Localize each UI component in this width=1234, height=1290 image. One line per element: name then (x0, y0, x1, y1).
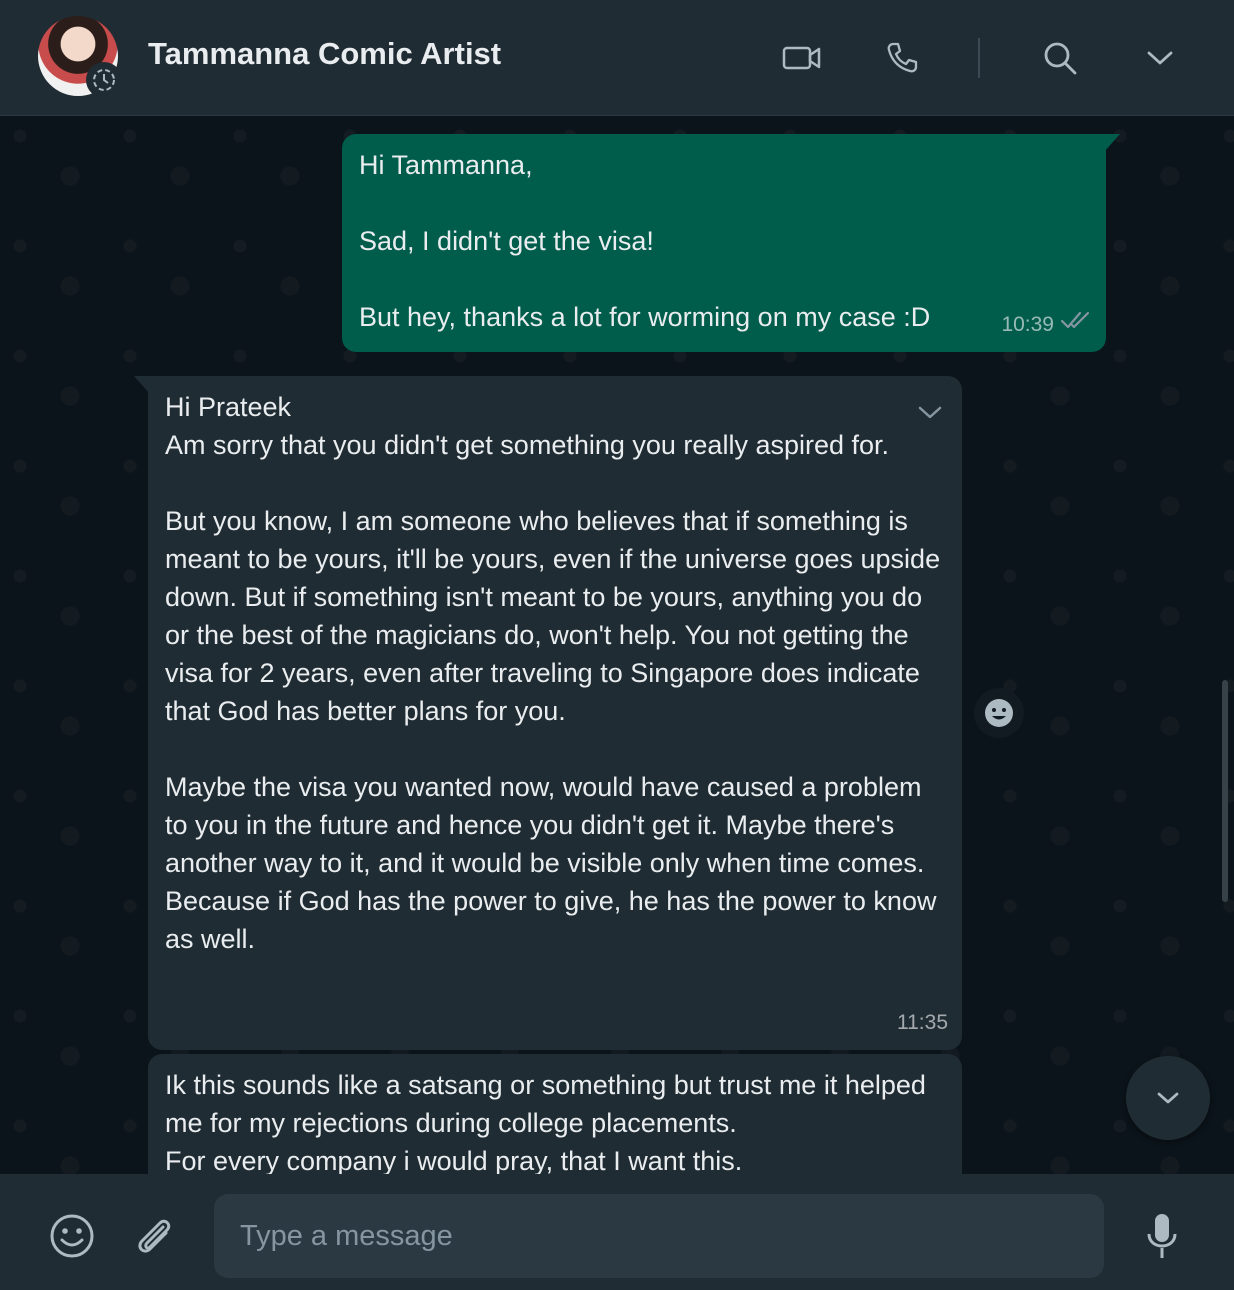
outgoing-message[interactable]: Hi Tammanna, Sad, I didn't get the visa!… (342, 134, 1106, 352)
message-list[interactable]: Hi Tammanna, Sad, I didn't get the visa!… (0, 116, 1234, 1174)
header-divider (978, 38, 980, 78)
microphone-icon[interactable] (1138, 1212, 1186, 1260)
composer-bar (0, 1174, 1234, 1290)
video-call-icon[interactable] (778, 34, 826, 82)
message-menu-chevron-icon[interactable] (916, 398, 944, 426)
bubble-tail (1104, 134, 1120, 152)
attach-paperclip-icon[interactable] (130, 1212, 178, 1260)
message-meta: 11:35 (897, 1004, 948, 1042)
chat-header: Tammanna Comic Artist (0, 0, 1234, 116)
emoji-icon[interactable] (48, 1212, 96, 1260)
contact-name[interactable]: Tammanna Comic Artist (148, 36, 501, 72)
message-text: Hi Prateek Am sorry that you didn't get … (165, 392, 941, 954)
search-icon[interactable] (1036, 34, 1084, 82)
message-text: Ik this sounds like a satsang or somethi… (165, 1070, 926, 1174)
message-input-box[interactable] (214, 1194, 1104, 1278)
message-text: Hi Tammanna, Sad, I didn't get the visa!… (359, 150, 931, 332)
message-time: 11:35 (897, 1011, 948, 1034)
chat-window: Tammanna Comic Artist Hi Tammanna, Sad, … (0, 0, 1234, 1290)
chevron-down-icon[interactable] (1136, 34, 1184, 82)
message-input[interactable] (238, 1218, 1080, 1254)
react-emoji-icon[interactable] (974, 688, 1024, 738)
message-meta: 10:39 (1001, 306, 1092, 344)
chevron-down-icon (1157, 1092, 1179, 1104)
scrollbar[interactable] (1222, 680, 1228, 902)
incoming-message[interactable]: Ik this sounds like a satsang or somethi… (148, 1054, 962, 1174)
voice-call-icon[interactable] (878, 34, 926, 82)
status-ring-icon (86, 62, 122, 98)
scroll-to-bottom-button[interactable] (1126, 1056, 1210, 1140)
message-time: 10:39 (1001, 313, 1054, 336)
incoming-message[interactable]: Hi Prateek Am sorry that you didn't get … (148, 376, 962, 1050)
double-check-icon (1060, 306, 1092, 344)
